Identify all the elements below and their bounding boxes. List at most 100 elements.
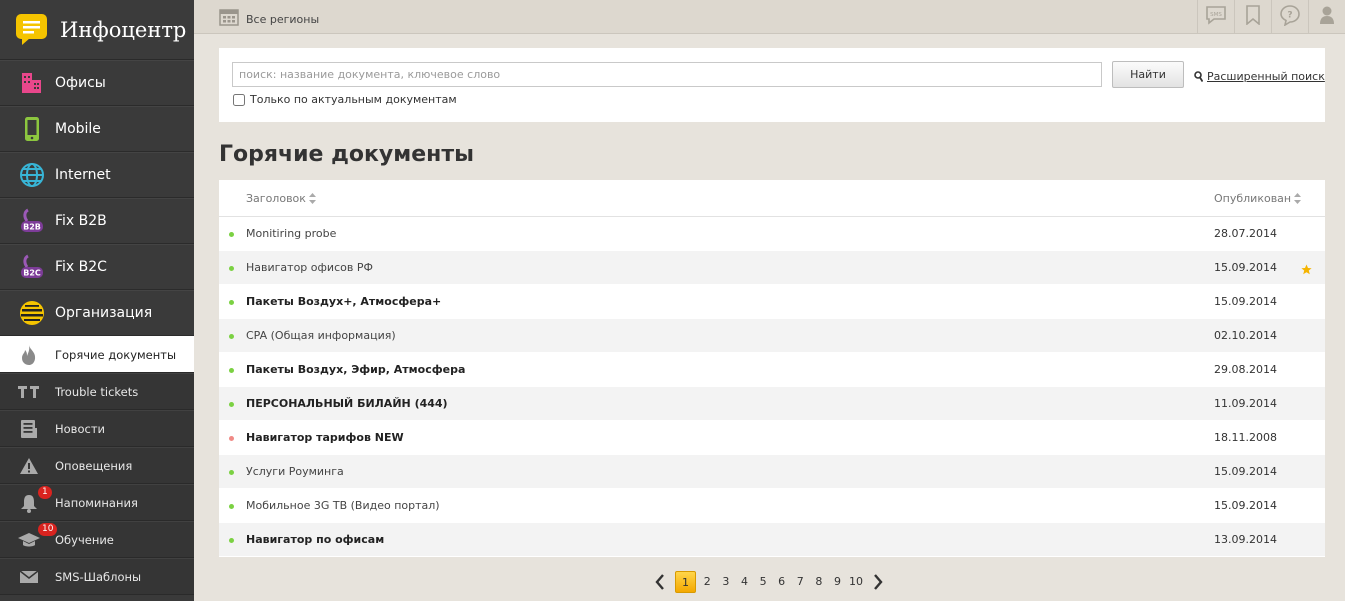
document-title-link[interactable]: Мобильное 3G ТВ (Видео портал): [246, 499, 440, 512]
sidebar-item-label: Горячие документы: [55, 347, 177, 362]
svg-text:B2B: B2B: [23, 223, 41, 232]
status-dot-icon: [229, 504, 234, 509]
chevron-left-icon: [655, 574, 664, 590]
envelope-icon: [17, 566, 41, 588]
published-date: 15.09.2014: [1214, 295, 1277, 308]
sidebar-item-fix-b2b[interactable]: B2B Fix B2B: [0, 198, 194, 244]
sidebar-item-mobile[interactable]: Mobile: [0, 106, 194, 152]
svg-text:SMS: SMS: [1210, 12, 1222, 18]
table-row[interactable]: Услуги Роуминга 15.09.2014: [219, 455, 1325, 489]
table-row[interactable]: Навигатор по офисам 13.09.2014: [219, 523, 1325, 557]
document-title-link[interactable]: Пакеты Воздух, Эфир, Атмосфера: [246, 363, 465, 376]
logo[interactable]: Инфоцентр: [0, 0, 194, 60]
published-date: 11.09.2014: [1214, 397, 1277, 410]
table-row[interactable]: ПЕРСОНАЛЬНЫЙ БИЛАЙН (444) 11.09.2014: [219, 387, 1325, 421]
page-list: 1 2 3 4 5 6 7 8 9 10: [673, 571, 865, 593]
app-title: Инфоцентр: [60, 17, 187, 42]
page-link[interactable]: 9: [828, 571, 847, 593]
favorite-star-icon[interactable]: [1301, 260, 1312, 279]
table-row[interactable]: Пакеты Воздух, Эфир, Атмосфера 29.08.2014: [219, 353, 1325, 387]
only-actual-label: Только по актуальным документам: [250, 93, 457, 106]
only-actual-option[interactable]: Только по актуальным документам: [233, 93, 457, 106]
column-header-title[interactable]: Заголовок: [246, 192, 316, 205]
warning-icon: [17, 455, 41, 477]
user-button[interactable]: [1308, 0, 1345, 34]
status-dot-icon: [229, 470, 234, 475]
page-link[interactable]: 6: [772, 571, 791, 593]
sidebar-item-label: Internet: [55, 167, 111, 183]
status-dot-icon: [229, 436, 234, 441]
sidebar-item-reminders[interactable]: 1 Напоминания: [0, 484, 194, 521]
sidebar-item-news[interactable]: Новости: [0, 410, 194, 447]
page-title: Горячие документы: [219, 142, 475, 167]
page-link[interactable]: 5: [754, 571, 773, 593]
documents-table: Заголовок Опубликован Monitiring probe 28…: [219, 180, 1325, 557]
document-title-link[interactable]: Monitiring probe: [246, 227, 336, 240]
only-actual-checkbox[interactable]: [233, 93, 245, 106]
sidebar-item-alerts[interactable]: Оповещения: [0, 447, 194, 484]
table-row[interactable]: Мобильное 3G ТВ (Видео портал) 15.09.2014: [219, 489, 1325, 523]
table-row[interactable]: CPA (Общая информация) 02.10.2014: [219, 319, 1325, 353]
published-date: 15.09.2014: [1214, 261, 1277, 274]
bell-icon: [17, 492, 41, 514]
status-dot-icon: [229, 232, 234, 237]
chat-bubble-logo-icon: [15, 13, 48, 46]
next-page-button[interactable]: [871, 572, 885, 592]
bookmark-button[interactable]: [1234, 0, 1271, 34]
sidebar-item-organization[interactable]: Организация: [0, 290, 194, 336]
column-published-label: Опубликован: [1214, 192, 1292, 205]
sidebar-item-fix-b2c[interactable]: B2C Fix B2C: [0, 244, 194, 290]
table-row[interactable]: Навигатор тарифов NEW 18.11.2008: [219, 421, 1325, 455]
published-date: 28.07.2014: [1214, 227, 1277, 240]
sms-icon: SMS: [1205, 5, 1227, 29]
sidebar-item-label: Напоминания: [55, 495, 138, 510]
sidebar-item-label: Обучение: [55, 532, 114, 547]
b2b-phone-icon: B2B: [18, 207, 46, 235]
document-title-link[interactable]: Навигатор тарифов NEW: [246, 431, 404, 444]
sidebar-item-sms-templates[interactable]: SMS-Шаблоны: [0, 558, 194, 595]
sms-button[interactable]: SMS: [1197, 0, 1234, 34]
beeline-logo-icon: [18, 299, 46, 327]
sidebar-item-training[interactable]: 10 Обучение: [0, 521, 194, 558]
sidebar-item-label: Fix B2C: [55, 259, 107, 275]
sidebar-item-offices[interactable]: Офисы: [0, 60, 194, 106]
document-title-link[interactable]: Навигатор по офисам: [246, 533, 384, 546]
page-link[interactable]: 8: [810, 571, 829, 593]
status-dot-icon: [229, 368, 234, 373]
document-title-link[interactable]: ПЕРСОНАЛЬНЫЙ БИЛАЙН (444): [246, 397, 448, 410]
published-date: 13.09.2014: [1214, 533, 1277, 546]
magnifier-icon: [1194, 67, 1204, 86]
table-row[interactable]: Навигатор офисов РФ 15.09.2014: [219, 251, 1325, 285]
page-link[interactable]: 7: [791, 571, 810, 593]
sidebar-item-trouble-tickets[interactable]: Trouble tickets: [0, 373, 194, 410]
advanced-search-link[interactable]: Расширенный поиск: [1194, 67, 1325, 86]
sidebar-item-label: Офисы: [55, 75, 106, 91]
table-row[interactable]: Пакеты Воздух+, Атмосфера+ 15.09.2014: [219, 285, 1325, 319]
sidebar-item-hot-docs[interactable]: Горячие документы: [0, 336, 194, 373]
region-selector[interactable]: Все регионы: [219, 8, 319, 30]
column-header-published[interactable]: Опубликован: [1214, 192, 1302, 205]
search-input[interactable]: [232, 62, 1102, 87]
page-link[interactable]: 1: [675, 571, 696, 593]
search-button[interactable]: Найти: [1112, 61, 1184, 88]
published-date: 15.09.2014: [1214, 465, 1277, 478]
sidebar-item-internet[interactable]: Internet: [0, 152, 194, 198]
sidebar-item-label: Новости: [55, 421, 105, 436]
page-link[interactable]: 10: [847, 571, 866, 593]
page-link[interactable]: 4: [735, 571, 754, 593]
document-title-link[interactable]: Услуги Роуминга: [246, 465, 344, 478]
advanced-search-label: Расширенный поиск: [1207, 70, 1325, 83]
document-title-link[interactable]: Навигатор офисов РФ: [246, 261, 373, 274]
user-icon: [1319, 5, 1335, 29]
help-button[interactable]: ?: [1271, 0, 1308, 34]
document-title-link[interactable]: CPA (Общая информация): [246, 329, 396, 342]
bookmark-icon: [1245, 5, 1261, 29]
status-dot-icon: [229, 334, 234, 339]
table-row[interactable]: Monitiring probe 28.07.2014: [219, 217, 1325, 251]
page-link[interactable]: 2: [698, 571, 717, 593]
page-link[interactable]: 3: [717, 571, 736, 593]
search-panel: Найти Расширенный поиск Только по актуал…: [219, 48, 1325, 122]
b2c-phone-icon: B2C: [18, 253, 46, 281]
document-title-link[interactable]: Пакеты Воздух+, Атмосфера+: [246, 295, 441, 308]
prev-page-button[interactable]: [653, 572, 667, 592]
